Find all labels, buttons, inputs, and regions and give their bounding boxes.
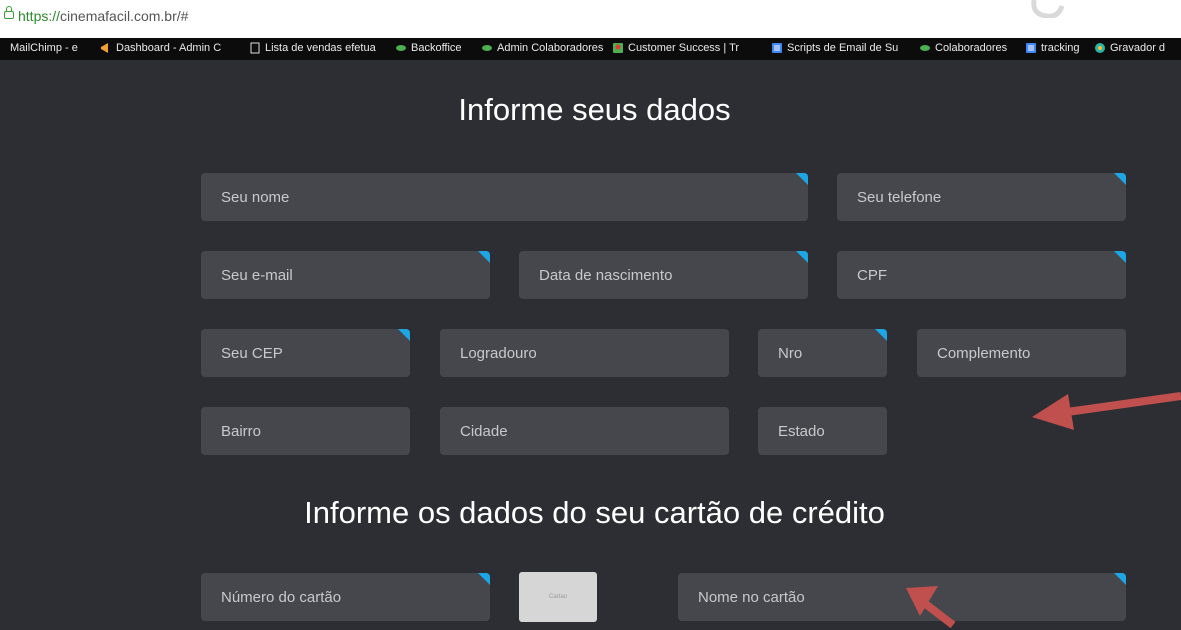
required-marker [875, 329, 887, 341]
page-overlay-fragment [1031, 0, 1065, 18]
number-input[interactable]: Nro [758, 329, 887, 377]
bookmark-item[interactable]: Gravador d [1094, 42, 1165, 54]
bookmark-label: Gravador d [1110, 42, 1166, 54]
green-leaf-icon [481, 42, 493, 54]
doc-icon [1025, 42, 1037, 54]
page-icon [249, 42, 261, 54]
green-leaf-icon [395, 42, 407, 54]
cep-input[interactable]: Seu CEP [201, 329, 410, 377]
state-input[interactable]: Estado [758, 407, 887, 455]
neighborhood-input[interactable]: Bairro [201, 407, 410, 455]
required-marker [1114, 573, 1126, 585]
city-input[interactable]: Cidade [440, 407, 729, 455]
birthdate-input[interactable]: Data de nascimento [519, 251, 808, 299]
megaphone-icon [100, 42, 112, 54]
card-brand-image: Cartao [519, 572, 597, 622]
bookmark-label: Scripts de Email de Su [787, 42, 899, 54]
credit-card-heading: Informe os dados do seu cartão de crédit… [304, 495, 885, 530]
personal-data-heading: Informe seus dados [458, 92, 731, 127]
bookmark-item[interactable]: Lista de vendas efetua [249, 42, 376, 54]
phone-input[interactable]: Seu telefone [837, 173, 1126, 221]
bookmark-label: Dashboard - Admin C [116, 42, 222, 54]
bookmark-label: tracking [1041, 42, 1080, 54]
bookmark-label: Admin Colaboradores [497, 42, 604, 54]
name-input[interactable]: Seu nome [201, 173, 808, 221]
annotation-arrow-icon [906, 586, 956, 629]
bookmark-item[interactable]: MailChimp - e [10, 42, 78, 54]
recorder-icon [1094, 42, 1106, 54]
lock-icon [4, 6, 14, 19]
cpf-input[interactable]: CPF [837, 251, 1126, 299]
required-marker [478, 251, 490, 263]
bookmark-item[interactable]: Backoffice [395, 42, 462, 54]
bookmark-item[interactable]: tracking [1025, 42, 1080, 54]
bookmark-item[interactable]: Scripts de Email de Su [771, 42, 898, 54]
bookmark-item[interactable]: Admin Colaboradores [481, 42, 603, 54]
checkout-form-area: Informe seus dados Seu nome Seu telefone… [8, 60, 1181, 630]
email-input[interactable]: Seu e-mail [201, 251, 490, 299]
required-marker [478, 573, 490, 585]
required-marker [1114, 173, 1126, 185]
bookmark-label: Colaboradores [935, 42, 1008, 54]
annotation-arrow-icon [1032, 392, 1181, 430]
required-marker [1114, 251, 1126, 263]
required-marker [796, 251, 808, 263]
bookmark-label: Customer Success | Tr [628, 42, 740, 54]
url-text[interactable]: https://cinemafacil.com.br/# [18, 8, 188, 24]
address-bar[interactable]: https://cinemafacil.com.br/# [0, 0, 1181, 38]
bookmark-item[interactable]: Dashboard - Admin C [100, 42, 221, 54]
street-input[interactable]: Logradouro [440, 329, 729, 377]
required-marker [398, 329, 410, 341]
green-leaf-icon [919, 42, 931, 54]
required-marker [796, 173, 808, 185]
map-pin-icon [612, 42, 624, 54]
doc-icon [771, 42, 783, 54]
bookmark-label: MailChimp - e [10, 42, 78, 54]
bookmark-item[interactable]: Customer Success | Tr [612, 42, 739, 54]
bookmarks-bar: MailChimp - e Dashboard - Admin C Lista de… [0, 38, 1181, 60]
card-number-input[interactable]: Número do cartão [201, 573, 490, 621]
bookmark-label: Lista de vendas efetua [265, 42, 376, 54]
bookmark-item[interactable]: Colaboradores [919, 42, 1007, 54]
bookmark-label: Backoffice [411, 42, 462, 54]
